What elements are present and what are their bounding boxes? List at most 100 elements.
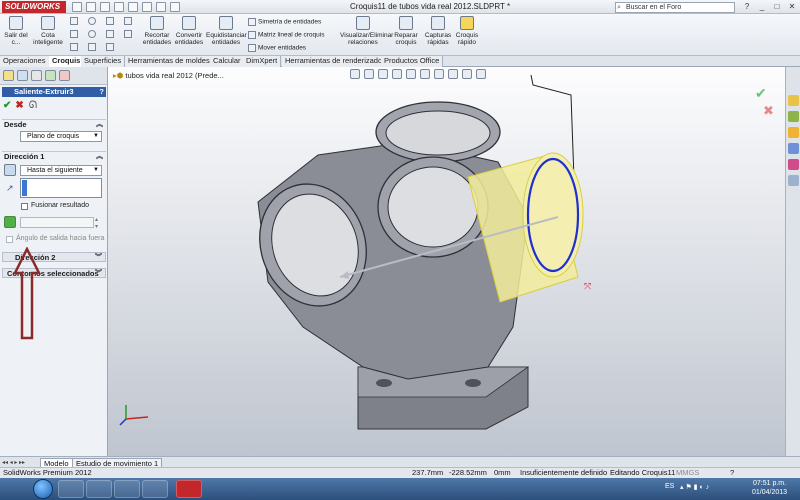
end-condition-select[interactable]: Hasta el siguiente ▼ — [20, 165, 102, 176]
undo-icon[interactable] — [128, 2, 138, 12]
rectangle-tool-icon[interactable] — [70, 30, 80, 38]
smart-dimension-button[interactable]: Cota inteligente — [32, 16, 64, 46]
rapid-sketch-button[interactable]: Croquis rápido — [454, 16, 480, 46]
solidworks-app-icon[interactable] — [176, 480, 202, 498]
graphics-viewport[interactable]: ▸⬢ tubos vida real 2012 (Prede... ✔ ✖ ⤧ — [108, 67, 785, 456]
polygon-tool-icon[interactable] — [88, 43, 98, 51]
section-direccion1-header[interactable]: Dirección 1 ︽ — [2, 151, 106, 161]
tray-icons[interactable]: ▴ ⚑ ▮ ◐ ♪ — [680, 483, 709, 491]
help-icon[interactable]: ? — [99, 87, 104, 97]
media-player-app-icon[interactable] — [114, 480, 140, 498]
appearances-icon[interactable] — [788, 159, 799, 170]
chrome-app-icon[interactable] — [142, 480, 168, 498]
section-desde-header[interactable]: Desde ︽ — [2, 119, 106, 129]
text-tool-icon[interactable] — [124, 30, 134, 38]
detail-preview-icon[interactable]: ᘏ — [29, 100, 37, 111]
close-button[interactable]: ✕ — [785, 1, 799, 12]
spin-arrows-icon[interactable]: ▴ ▾ — [95, 216, 98, 230]
help-button[interactable]: ? — [740, 1, 754, 12]
view-palette-icon[interactable] — [788, 143, 799, 154]
folder-app-icon[interactable] — [86, 480, 112, 498]
reverse-direction-icon[interactable] — [4, 164, 16, 176]
custom-properties-icon[interactable] — [788, 175, 799, 186]
search-placeholder: Buscar en el Foro — [626, 4, 682, 11]
rebuild-icon[interactable] — [156, 2, 166, 12]
arc-tool-icon[interactable] — [88, 30, 98, 38]
point-tool-icon[interactable] — [106, 30, 116, 38]
language-indicator[interactable]: ES — [665, 483, 674, 490]
draft-icon[interactable] — [4, 216, 16, 228]
linear-pattern-item[interactable]: Matriz lineal de croquis — [248, 31, 324, 39]
dimxpert-manager-icon[interactable] — [45, 70, 56, 81]
draft-angle-field[interactable] — [20, 217, 94, 228]
configuration-manager-icon[interactable] — [31, 70, 42, 81]
display-delete-relations-button[interactable]: Visualizar/Eliminar relaciones — [340, 16, 393, 46]
tab-herramientas-renderizado[interactable]: Herramientas de renderizado — [282, 56, 387, 67]
solidworks-logo[interactable]: SOLIDWORKS — [2, 1, 66, 13]
resources-icon[interactable] — [788, 95, 799, 106]
explorer-app-icon[interactable] — [58, 480, 84, 498]
tab-herramientas-moldes[interactable]: Herramientas de moldes — [125, 56, 214, 67]
windows-taskbar: ES ▴ ⚑ ▮ ◐ ♪ 07:51 p.m. 01/04/2013 — [0, 478, 800, 500]
spline-tool-icon[interactable] — [106, 17, 116, 25]
offset-label: Equidistanciar entidades — [206, 32, 247, 46]
convert-entities-button[interactable]: Convertir entidades — [174, 16, 204, 46]
select-icon[interactable] — [142, 2, 152, 12]
ok-icon[interactable]: ✔ — [3, 100, 11, 111]
offset-entities-button[interactable]: Equidistanciar entidades — [206, 16, 247, 46]
print-icon[interactable] — [114, 2, 124, 12]
linear-pattern-icon — [248, 31, 256, 39]
draft-outward-checkbox[interactable] — [6, 236, 13, 243]
ok-cancel-row: ✔ ✖ ᘏ — [3, 100, 37, 111]
cancel-icon[interactable]: ✖ — [15, 100, 23, 111]
selection-indicator — [22, 180, 27, 196]
exit-sketch-label: Salir del c... — [4, 32, 28, 46]
rapid-sketch-icon — [460, 16, 474, 30]
mirror-entities-item[interactable]: Simetría de entidades — [248, 18, 321, 26]
feature-title: Saliente-Extruir3 ? — [2, 87, 106, 97]
file-explorer-icon[interactable] — [788, 127, 799, 138]
fillet-tool-icon[interactable] — [124, 17, 134, 25]
slot-tool-icon[interactable] — [70, 43, 80, 51]
display-manager-icon[interactable] — [59, 70, 70, 81]
plane-tool-icon[interactable] — [106, 43, 116, 51]
model-3d-view: ⤧ — [119, 74, 591, 430]
line-tool-icon[interactable] — [70, 17, 80, 25]
tab-superficies[interactable]: Superficies — [81, 56, 126, 67]
panel-toolbar — [0, 67, 107, 85]
start-condition-select[interactable]: Plano de croquis ▼ — [20, 131, 102, 142]
quick-snaps-button[interactable]: Capturas rápidas — [424, 16, 452, 46]
tab-calcular[interactable]: Calcular — [210, 56, 245, 67]
exit-sketch-button[interactable]: Salir del c... — [2, 16, 30, 46]
help-status-icon[interactable]: ? — [730, 468, 734, 478]
repair-icon — [399, 16, 413, 30]
start-button-icon[interactable] — [33, 479, 53, 499]
open-file-icon[interactable] — [86, 2, 96, 12]
trim-entities-button[interactable]: Recortar entidades — [142, 16, 172, 46]
options-icon[interactable] — [170, 2, 180, 12]
property-manager-icon[interactable] — [17, 70, 28, 81]
design-library-icon[interactable] — [788, 111, 799, 122]
clock-time: 07:51 p.m. — [752, 480, 787, 487]
clock[interactable]: 07:51 p.m. 01/04/2013 — [752, 479, 787, 497]
repair-sketch-button[interactable]: Reparar croquis — [390, 16, 422, 46]
move-entities-item[interactable]: Mover entidades — [248, 44, 306, 52]
direction-vector-field[interactable] — [20, 178, 102, 198]
maximize-button[interactable]: □ — [770, 1, 784, 12]
tab-dimxpert[interactable]: DimXpert — [243, 56, 282, 67]
circle-tool-icon[interactable] — [88, 17, 98, 25]
merge-result-checkbox[interactable] — [21, 203, 28, 210]
minimize-button[interactable]: _ — [755, 1, 769, 12]
search-forum-input[interactable]: ⌕ Buscar en el Foro — [615, 2, 735, 13]
search-icon: ⌕ — [617, 4, 621, 11]
command-manager-ribbon: Salir del c... Cota inteligente Recortar… — [0, 14, 800, 56]
new-file-icon[interactable] — [72, 2, 82, 12]
save-icon[interactable] — [100, 2, 110, 12]
move-icon — [248, 44, 256, 52]
units-indicator[interactable]: MMGS — [676, 468, 699, 478]
tab-operaciones[interactable]: Operaciones — [0, 56, 50, 67]
feature-tree-icon[interactable] — [3, 70, 14, 81]
tab-productos-office[interactable]: Productos Office — [381, 56, 444, 67]
tab-scroll-arrows-icon[interactable]: ◂◂ ◂ ▸ ▸▸ — [2, 459, 25, 466]
tab-croquis[interactable]: Croquis — [49, 56, 85, 67]
